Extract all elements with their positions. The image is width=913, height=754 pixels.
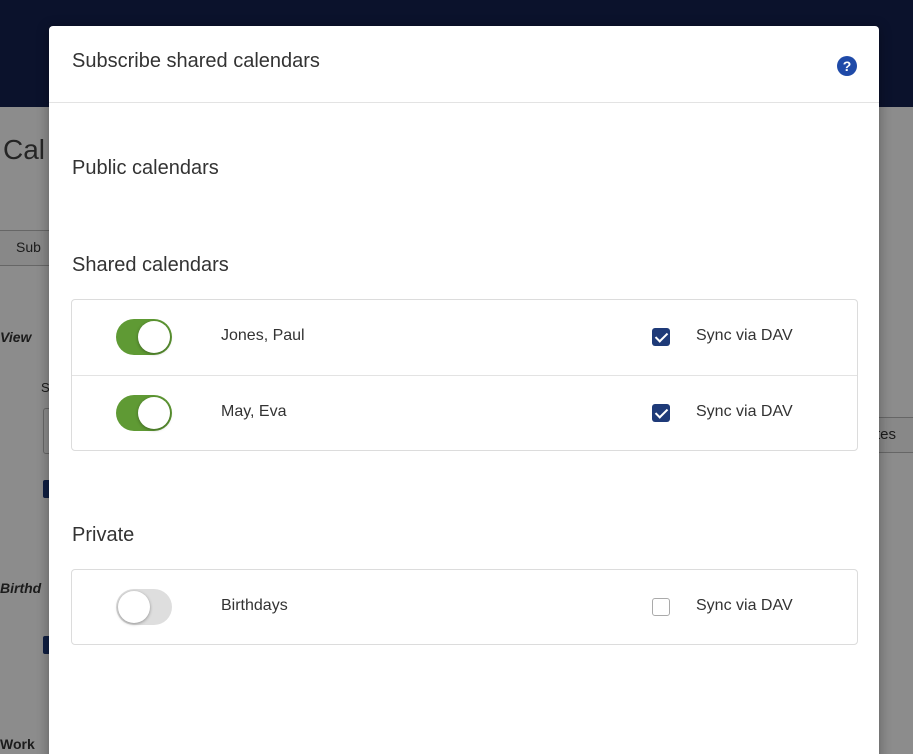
shared-calendars-heading: Shared calendars [72, 254, 229, 276]
sync-checkbox[interactable] [652, 328, 670, 346]
toggle-knob [118, 591, 150, 623]
shared-calendars-list: Jones, Paul Sync via DAV May, Eva Sync v… [71, 299, 858, 451]
sync-label[interactable]: Sync via DAV [696, 403, 793, 421]
check-icon [654, 329, 669, 343]
sync-checkbox[interactable] [652, 598, 670, 616]
help-icon[interactable]: ? [837, 56, 857, 76]
sync-checkbox[interactable] [652, 404, 670, 422]
private-heading: Private [72, 524, 135, 546]
dialog-header: Subscribe shared calendars ? [49, 26, 879, 103]
subscribe-toggle[interactable] [116, 589, 172, 625]
sync-label[interactable]: Sync via DAV [696, 597, 793, 615]
public-calendars-heading: Public calendars [72, 157, 219, 179]
subscribe-toggle[interactable] [116, 319, 172, 355]
toggle-knob [138, 397, 170, 429]
calendar-name: Jones, Paul [221, 327, 305, 344]
subscribe-dialog: Subscribe shared calendars ? Public cale… [49, 26, 879, 754]
dialog-title: Subscribe shared calendars [72, 50, 320, 72]
check-icon [654, 405, 669, 419]
list-item: May, Eva Sync via DAV [72, 375, 857, 451]
list-item: Birthdays Sync via DAV [72, 570, 857, 645]
toggle-knob [138, 321, 170, 353]
calendar-name: Birthdays [221, 597, 288, 614]
list-item: Jones, Paul Sync via DAV [72, 300, 857, 375]
private-calendars-list: Birthdays Sync via DAV [71, 569, 858, 645]
sync-label[interactable]: Sync via DAV [696, 327, 793, 345]
subscribe-toggle[interactable] [116, 395, 172, 431]
calendar-name: May, Eva [221, 403, 287, 420]
